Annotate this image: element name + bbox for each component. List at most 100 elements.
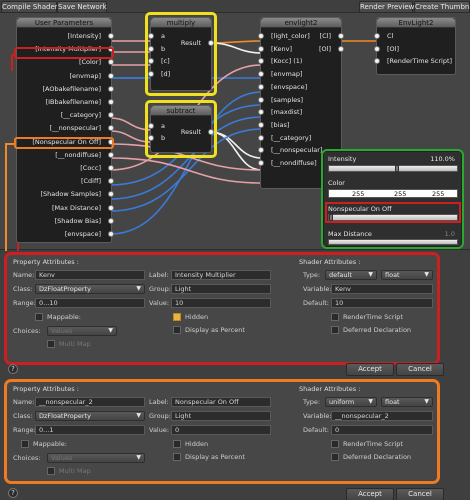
p1-group-field[interactable]: Light bbox=[171, 284, 271, 294]
envlight2-output-input-port[interactable]: Cl bbox=[387, 31, 393, 42]
p2-range-field[interactable]: 0...1 bbox=[35, 425, 145, 435]
envlight2-input-port[interactable]: [maxdist] bbox=[271, 107, 302, 118]
p1-deferred-checkbox[interactable] bbox=[331, 326, 339, 334]
p1-multimap-checkbox[interactable] bbox=[47, 340, 55, 348]
port-connector[interactable] bbox=[108, 99, 114, 105]
multiply-result-port[interactable]: Result bbox=[181, 38, 201, 49]
user-param-port[interactable]: [Cocc] bbox=[80, 163, 101, 174]
p2-variable-field[interactable]: __nonspecular_2 bbox=[331, 411, 433, 421]
cancel-button-1[interactable]: Cancel bbox=[396, 363, 444, 376]
port-connector[interactable] bbox=[208, 40, 214, 46]
port-connector[interactable] bbox=[148, 135, 154, 141]
envlight2-ol-port[interactable]: [Ol] bbox=[319, 44, 331, 55]
user-param-port[interactable]: [envspace] bbox=[65, 229, 101, 240]
subtract-node[interactable]: subtract a b Result bbox=[148, 105, 214, 153]
p2-mappable-checkbox[interactable] bbox=[21, 440, 29, 448]
port-connector[interactable] bbox=[258, 71, 264, 78]
envlight2-input-port[interactable]: [bias] bbox=[271, 120, 289, 131]
port-connector[interactable] bbox=[258, 109, 264, 116]
p2-name-field[interactable]: __nonspecular_2 bbox=[35, 397, 145, 407]
subtract-input-port[interactable]: b bbox=[161, 133, 165, 144]
multiply-input-port[interactable]: [c] bbox=[161, 56, 170, 67]
help-icon[interactable]: ? bbox=[8, 364, 18, 374]
accept-button-2[interactable]: Accept bbox=[346, 488, 394, 500]
envlight2-input-port[interactable]: [samples] bbox=[271, 95, 303, 106]
envlight2-input-port[interactable]: [Kenv] bbox=[271, 44, 292, 55]
user-param-port[interactable]: [Cdiff] bbox=[81, 176, 101, 187]
user-param-port[interactable]: [__nondiffuse] bbox=[55, 150, 101, 161]
port-connector[interactable] bbox=[148, 58, 154, 64]
p2-label-field[interactable]: Nonspecular On Off bbox=[171, 397, 271, 407]
port-connector[interactable] bbox=[258, 58, 264, 65]
user-param-port[interactable]: [Shadow Samples] bbox=[40, 189, 101, 200]
port-connector[interactable] bbox=[108, 85, 114, 92]
user-param-port[interactable]: [__category] bbox=[61, 110, 101, 121]
user-param-port[interactable]: [envmap] bbox=[70, 71, 101, 82]
multiply-node[interactable]: multiply a b [c] [d] Result bbox=[148, 17, 214, 91]
p2-class-select[interactable]: DzFloatProperty ▼ bbox=[35, 411, 145, 421]
user-param-port[interactable]: [Intensity] bbox=[68, 31, 101, 42]
user-param-port[interactable]: [AObakefilename] bbox=[43, 84, 102, 95]
p1-type-select[interactable]: default ▼ bbox=[325, 270, 377, 280]
subtract-result-port[interactable]: Result bbox=[181, 127, 201, 138]
port-connector[interactable] bbox=[148, 123, 154, 129]
port-connector[interactable] bbox=[258, 121, 264, 128]
cancel-button-2[interactable]: Cancel bbox=[396, 488, 444, 500]
port-connector[interactable] bbox=[258, 96, 264, 103]
envlight2-output-node[interactable]: EnvLight2 Cl [Ol] [RenderTime Script] bbox=[374, 17, 456, 75]
port-connector[interactable] bbox=[148, 45, 154, 52]
p1-range-field[interactable]: 0...10 bbox=[35, 298, 145, 308]
port-connector[interactable] bbox=[148, 70, 154, 77]
p2-rendertime-checkbox[interactable] bbox=[331, 440, 339, 448]
port-connector[interactable] bbox=[258, 45, 264, 52]
envlight2-output-input-port[interactable]: [Ol] bbox=[387, 44, 399, 55]
port-connector[interactable] bbox=[258, 134, 264, 141]
accept-button-1[interactable]: Accept bbox=[346, 363, 394, 376]
user-param-port[interactable]: [__nonspecular] bbox=[50, 123, 101, 134]
user-param-port[interactable]: [Shadow Bias] bbox=[55, 216, 101, 227]
p1-name-field[interactable]: Kenv bbox=[35, 270, 145, 280]
envlight2-input-port[interactable]: [__nondiffuse] bbox=[271, 158, 317, 169]
port-connector[interactable] bbox=[108, 72, 114, 79]
p1-class-select[interactable]: DzFloatProperty ▼ bbox=[35, 284, 145, 294]
user-param-port[interactable]: [Color] bbox=[79, 57, 101, 68]
envlight2-input-port[interactable]: [light_color] bbox=[271, 31, 310, 42]
port-connector[interactable] bbox=[374, 45, 380, 52]
p2-deferred-checkbox[interactable] bbox=[331, 453, 339, 461]
p1-label-field[interactable]: Intensity Multiplier bbox=[171, 270, 271, 280]
port-connector[interactable] bbox=[258, 147, 264, 154]
p1-type2-select[interactable]: float ▼ bbox=[381, 270, 433, 280]
envlight2-input-port[interactable]: [__nonspecular] bbox=[271, 145, 322, 156]
envlight2-cl-port[interactable]: [Cl] bbox=[320, 31, 331, 42]
port-connector[interactable] bbox=[338, 33, 344, 39]
port-connector[interactable] bbox=[148, 33, 154, 39]
port-connector[interactable] bbox=[374, 33, 380, 39]
p1-value-field[interactable]: 10 bbox=[171, 298, 271, 308]
multiply-input-port[interactable]: b bbox=[161, 44, 165, 55]
port-connector[interactable] bbox=[374, 58, 380, 64]
subtract-input-port[interactable]: a bbox=[161, 121, 165, 132]
p2-type-select[interactable]: uniform ▼ bbox=[325, 397, 377, 407]
p2-multimap-checkbox[interactable] bbox=[47, 467, 55, 475]
multiply-input-port[interactable]: a bbox=[161, 31, 165, 42]
port-connector[interactable] bbox=[108, 33, 114, 39]
user-param-port[interactable]: [IBbakefilename] bbox=[46, 97, 101, 108]
p1-variable-field[interactable]: Kenv bbox=[331, 284, 433, 294]
envlight2-input-port[interactable]: [envmap] bbox=[271, 69, 302, 80]
p2-percent-checkbox[interactable] bbox=[173, 453, 181, 461]
help-icon[interactable]: ? bbox=[8, 488, 18, 498]
port-connector[interactable] bbox=[258, 160, 264, 166]
p1-percent-checkbox[interactable] bbox=[173, 326, 181, 334]
multiply-input-port[interactable]: [d] bbox=[161, 69, 170, 80]
p1-mappable-checkbox[interactable] bbox=[35, 313, 43, 321]
p1-choices-select[interactable]: Values ▼ bbox=[47, 326, 117, 336]
p2-type2-select[interactable]: float ▼ bbox=[381, 397, 433, 407]
p2-group-field[interactable]: Light bbox=[171, 411, 271, 421]
envlight2-input-port[interactable]: [envspace] bbox=[271, 82, 307, 93]
p1-default-field[interactable]: 10 bbox=[331, 298, 433, 308]
p2-value-field[interactable]: 0 bbox=[171, 425, 271, 435]
port-connector[interactable] bbox=[108, 204, 114, 211]
envlight2-input-port[interactable]: [__category] bbox=[271, 133, 311, 144]
user-param-port[interactable]: [Max Distance] bbox=[52, 203, 101, 214]
port-connector[interactable] bbox=[108, 231, 114, 237]
